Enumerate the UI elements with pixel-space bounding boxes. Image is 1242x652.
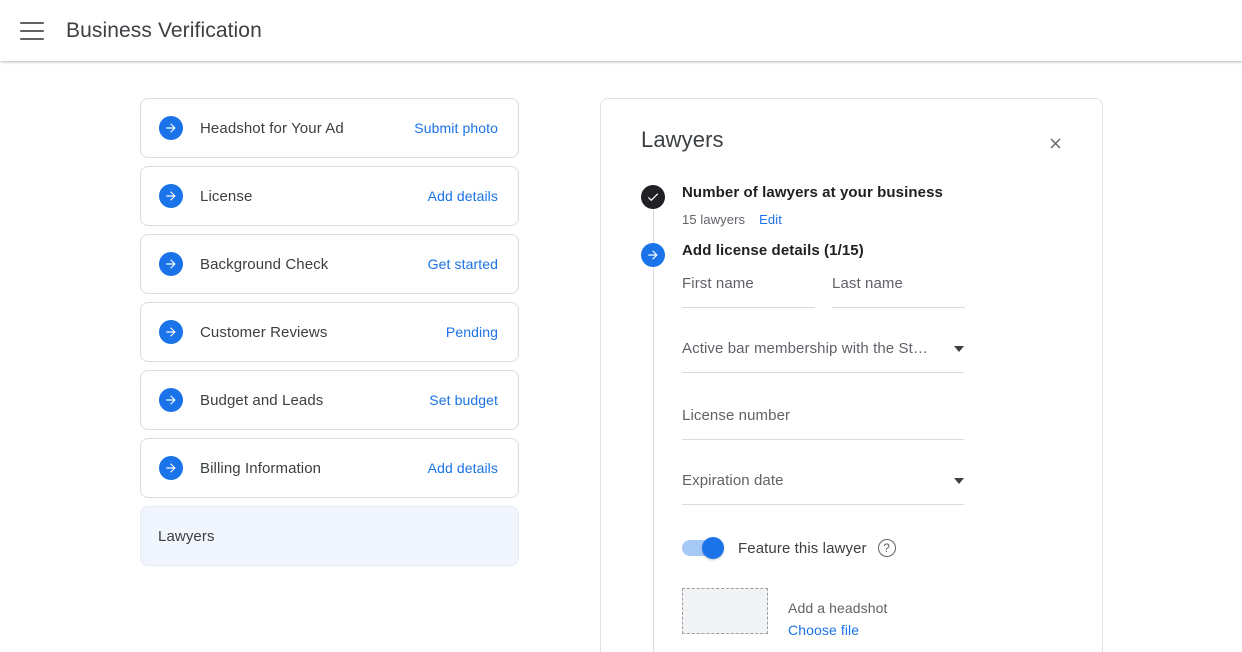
headshot-upload-row: Add a headshot Choose file — [641, 588, 1102, 638]
stepper-connector-line — [653, 206, 654, 652]
first-name-field[interactable]: First name — [682, 273, 815, 308]
first-name-placeholder: First name — [682, 273, 754, 292]
arrow-right-circle-icon — [159, 252, 183, 276]
arrow-right-circle-icon — [159, 388, 183, 412]
step-action-link[interactable]: Submit photo — [414, 120, 498, 136]
help-question-icon[interactable]: ? — [878, 539, 896, 557]
hamburger-bar — [20, 22, 44, 24]
license-number-field[interactable]: License number — [682, 405, 964, 440]
close-x-icon[interactable] — [1042, 130, 1068, 156]
name-row: First name Last name — [682, 273, 1102, 308]
arrow-right-circle-icon — [159, 456, 183, 480]
panel-title: Lawyers — [641, 127, 724, 153]
license-type-value: Active bar membership with the State Bar — [682, 338, 934, 357]
step-card-headshot-for-your-ad[interactable]: Headshot for Your Ad Submit photo — [140, 98, 519, 158]
step-action-link[interactable]: Add details — [428, 188, 498, 204]
stepper-stage-add-license-details: Add license details (1/15) — [641, 242, 1102, 259]
edit-link[interactable]: Edit — [759, 212, 782, 227]
license-details-form: First name Last name Active bar membersh… — [641, 273, 1102, 505]
lawyer-count-value: 15 lawyers — [682, 212, 745, 227]
arrow-right-circle-icon — [159, 116, 183, 140]
step-label: Billing Information — [200, 460, 321, 477]
step-action-link[interactable]: Get started — [428, 256, 498, 272]
expiration-date-placeholder: Expiration date — [682, 470, 784, 489]
step-label: Budget and Leads — [200, 392, 323, 409]
arrow-right-circle-icon — [641, 243, 665, 267]
step-card-background-check[interactable]: Background Check Get started — [140, 234, 519, 294]
step-label: Headshot for Your Ad — [200, 120, 344, 137]
stage-body: Add license details (1/15) — [641, 242, 1102, 259]
toggle-thumb — [702, 537, 724, 559]
step-card-customer-reviews[interactable]: Customer Reviews Pending — [140, 302, 519, 362]
license-type-select[interactable]: Active bar membership with the State Bar — [682, 338, 964, 373]
panel-header: Lawyers — [601, 99, 1102, 156]
verification-steps-list: Headshot for Your Ad Submit photo Licens… — [140, 98, 519, 574]
stepper-stage-number-of-lawyers: Number of lawyers at your business 15 la… — [641, 184, 1102, 227]
lawyer-stepper: Number of lawyers at your business 15 la… — [601, 184, 1102, 638]
feature-lawyer-row: Feature this lawyer ? — [641, 539, 1102, 557]
step-label: Lawyers — [158, 528, 215, 545]
step-status-badge[interactable]: Pending — [446, 324, 498, 340]
stage-body: Number of lawyers at your business 15 la… — [641, 184, 1102, 227]
step-card-billing-information[interactable]: Billing Information Add details — [140, 438, 519, 498]
step-label: License — [200, 188, 252, 205]
headshot-title: Add a headshot — [788, 600, 887, 616]
stage-subtitle: 15 lawyers Edit — [682, 212, 1102, 227]
choose-file-link[interactable]: Choose file — [788, 622, 887, 638]
page-title: Business Verification — [66, 19, 262, 43]
step-action-link[interactable]: Set budget — [429, 392, 498, 408]
chevron-down-icon — [954, 478, 964, 484]
expiration-date-select[interactable]: Expiration date — [682, 470, 964, 505]
step-card-lawyers[interactable]: Lawyers — [140, 506, 519, 566]
arrow-right-circle-icon — [159, 184, 183, 208]
hamburger-menu-icon[interactable] — [20, 22, 44, 40]
hamburger-bar — [20, 30, 44, 32]
arrow-right-circle-icon — [159, 320, 183, 344]
last-name-field[interactable]: Last name — [832, 273, 965, 308]
feature-lawyer-toggle[interactable] — [682, 540, 722, 556]
step-label: Background Check — [200, 256, 328, 273]
step-label: Customer Reviews — [200, 324, 327, 341]
check-circle-icon — [641, 185, 665, 209]
feature-lawyer-label: Feature this lawyer — [738, 540, 867, 557]
app-header: Business Verification — [0, 0, 1242, 61]
license-number-placeholder: License number — [682, 405, 790, 424]
stage-title: Number of lawyers at your business — [682, 184, 1102, 201]
step-card-license[interactable]: License Add details — [140, 166, 519, 226]
chevron-down-icon — [954, 346, 964, 352]
lawyers-detail-panel: Lawyers Number of lawyers at your busine… — [600, 98, 1103, 652]
page-body: Headshot for Your Ad Submit photo Licens… — [0, 61, 1242, 652]
stage-spacer — [641, 227, 1102, 242]
last-name-placeholder: Last name — [832, 273, 903, 292]
step-card-budget-and-leads[interactable]: Budget and Leads Set budget — [140, 370, 519, 430]
step-action-link[interactable]: Add details — [428, 460, 498, 476]
stage-title: Add license details (1/15) — [682, 242, 1102, 259]
headshot-placeholder-box — [682, 588, 768, 634]
headshot-text-group: Add a headshot Choose file — [788, 588, 887, 638]
hamburger-bar — [20, 38, 44, 40]
